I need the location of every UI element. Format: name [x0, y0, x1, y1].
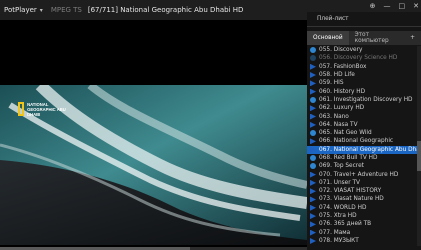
media-file-icon: [310, 146, 316, 153]
media-file-icon: [310, 188, 316, 195]
playlist-item-label: 066. National Geographic: [319, 138, 394, 145]
playlist-item[interactable]: 063. Nano: [307, 112, 421, 120]
playlist-item[interactable]: 062. Luxury HD: [307, 104, 421, 112]
playlist-item[interactable]: 066. National Geographic: [307, 137, 421, 145]
playlist-item-label: 078. МУЗЫКТ: [319, 237, 359, 244]
playlist-item-label: 074. WORLD HD: [319, 204, 367, 211]
app-name: PotPlayer: [4, 6, 37, 14]
channel-logo-text: NATIONAL GEOGRAPHIC ABU DHABI: [27, 101, 66, 117]
playlist-item[interactable]: 075. Xtra HD: [307, 212, 421, 220]
playlist-item-label: 056. Discovery Science HD: [319, 55, 398, 62]
format-label: MPEG TS: [50, 6, 82, 14]
maximize-icon[interactable]: □: [399, 2, 406, 10]
stream-icon: [310, 163, 316, 170]
playlist-item[interactable]: 064. Nasa TV: [307, 121, 421, 129]
playlist-item-label: 075. Xtra HD: [319, 213, 357, 220]
playlist-item[interactable]: 065. Nat Geo Wild: [307, 129, 421, 137]
stream-icon: [310, 47, 316, 54]
media-file-icon: [310, 138, 316, 145]
playlist-item[interactable]: 078. МУЗЫКТ: [307, 237, 421, 245]
app-menu-button[interactable]: PotPlayer ▾: [0, 0, 47, 20]
video-area[interactable]: NATIONAL GEOGRAPHIC ABU DHABI: [0, 20, 307, 250]
natgeo-frame-icon: [18, 102, 25, 116]
media-file-icon: [310, 121, 316, 128]
media-file-icon: [310, 80, 316, 87]
playlist-item-label: 062. Luxury HD: [319, 105, 365, 112]
playlist-panel: Плей-лист Основной Этот компьютер + 055.…: [307, 12, 421, 250]
playlist-item-label: 063. Nano: [319, 113, 349, 120]
playlist-item[interactable]: 073. Viasat Nature HD: [307, 195, 421, 203]
playlist-item[interactable]: 067. National Geographic Abu Dhabi HD: [307, 145, 421, 154]
tab-label: Основной: [313, 35, 343, 41]
playlist-item-label: 077. Мама: [319, 229, 351, 236]
chevron-down-icon: ▾: [39, 6, 43, 14]
media-file-icon: [310, 213, 316, 220]
playlist-item[interactable]: 056. Discovery Science HD: [307, 54, 421, 62]
window-title: [67/711] National Geographic Abu Dhabi H…: [87, 6, 244, 14]
playlist-item-label: 071. Unser TV: [319, 179, 360, 186]
tab-label: Этот компьютер: [354, 32, 389, 44]
playlist-item-label: 057. FashionBox: [319, 63, 367, 70]
media-file-icon: [310, 229, 316, 236]
playlist-item[interactable]: 055. Discovery: [307, 46, 421, 54]
tab-main[interactable]: Основной: [307, 31, 349, 45]
playlist-tabs: Основной Этот компьютер +: [307, 31, 421, 45]
playlist-item[interactable]: 061. Investigation Discovery HD: [307, 96, 421, 104]
stream-icon: [310, 155, 316, 161]
playlist-item-label: 059. HIS: [319, 80, 344, 87]
playlist-list: 055. Discovery 056. Discovery Science HD 0…: [307, 46, 421, 245]
stream-icon: [310, 130, 316, 137]
playlist-item[interactable]: 069. Top Secret: [307, 162, 421, 170]
media-file-icon: [310, 88, 316, 95]
playlist-item-label: 061. Investigation Discovery HD: [319, 96, 413, 103]
playlist-item[interactable]: 077. Мама: [307, 229, 421, 237]
playlist-item-label: 060. History HD: [319, 88, 366, 95]
media-file-icon: [310, 72, 316, 79]
playlist-item[interactable]: 058. HD Life: [307, 71, 421, 79]
playlist-item[interactable]: 074. WORLD HD: [307, 204, 421, 212]
tab-this-computer[interactable]: Этот компьютер: [349, 31, 405, 45]
scrollbar-thumb[interactable]: [417, 141, 421, 171]
media-file-icon: [310, 171, 316, 178]
playlist-item-label: 055. Discovery: [319, 47, 363, 54]
playlist-item[interactable]: 070. Travel+ Adventure HD: [307, 170, 421, 178]
minimize-icon[interactable]: —: [384, 2, 391, 10]
playlist-item-label: 073. Viasat Nature HD: [319, 196, 384, 203]
playlist-item-label: 064. Nasa TV: [319, 121, 358, 128]
playlist-item-label: 069. Top Secret: [319, 163, 364, 170]
media-file-icon: [310, 237, 316, 244]
playlist-item-label: 065. Nat Geo Wild: [319, 130, 372, 137]
playlist-item-label: 067. National Geographic Abu Dhabi HD: [319, 146, 421, 153]
playlist-item[interactable]: 059. HIS: [307, 79, 421, 87]
media-file-icon: [310, 113, 316, 120]
playlist-item[interactable]: 068. Red Bull TV HD: [307, 154, 421, 162]
playlist-item[interactable]: 057. FashionBox: [307, 63, 421, 71]
playlist-item[interactable]: 076. 365 дней ТВ: [307, 220, 421, 228]
pin-icon[interactable]: ⊕: [370, 2, 376, 10]
playlist-item[interactable]: 071. Unser TV: [307, 179, 421, 187]
stream-icon: [310, 55, 316, 62]
playlist-item-label: 072. VIASAT HISTORY: [319, 188, 382, 195]
playlist-item-label: 058. HD Life: [319, 72, 355, 79]
playlist-item-label: 076. 365 дней ТВ: [319, 221, 372, 228]
playlist-item[interactable]: 072. VIASAT HISTORY: [307, 187, 421, 195]
playlist-item-label: 068. Red Bull TV HD: [319, 155, 378, 161]
playlist-item[interactable]: 060. History HD: [307, 87, 421, 95]
playlist-title: Плей-лист: [317, 16, 349, 22]
stream-icon: [310, 96, 316, 103]
media-file-icon: [310, 221, 316, 228]
media-file-icon: [310, 196, 316, 203]
playlist-scrollbar[interactable]: [417, 46, 421, 246]
playlist-header: Плей-лист: [307, 12, 421, 27]
media-file-icon: [310, 105, 316, 112]
close-icon[interactable]: ✕: [413, 2, 419, 10]
channel-logo: NATIONAL GEOGRAPHIC ABU DHABI: [18, 98, 66, 120]
media-file-icon: [310, 63, 316, 70]
media-file-icon: [310, 179, 316, 186]
playlist-item-label: 070. Travel+ Adventure HD: [319, 171, 399, 178]
media-file-icon: [310, 204, 316, 211]
add-tab-button[interactable]: +: [404, 35, 421, 41]
